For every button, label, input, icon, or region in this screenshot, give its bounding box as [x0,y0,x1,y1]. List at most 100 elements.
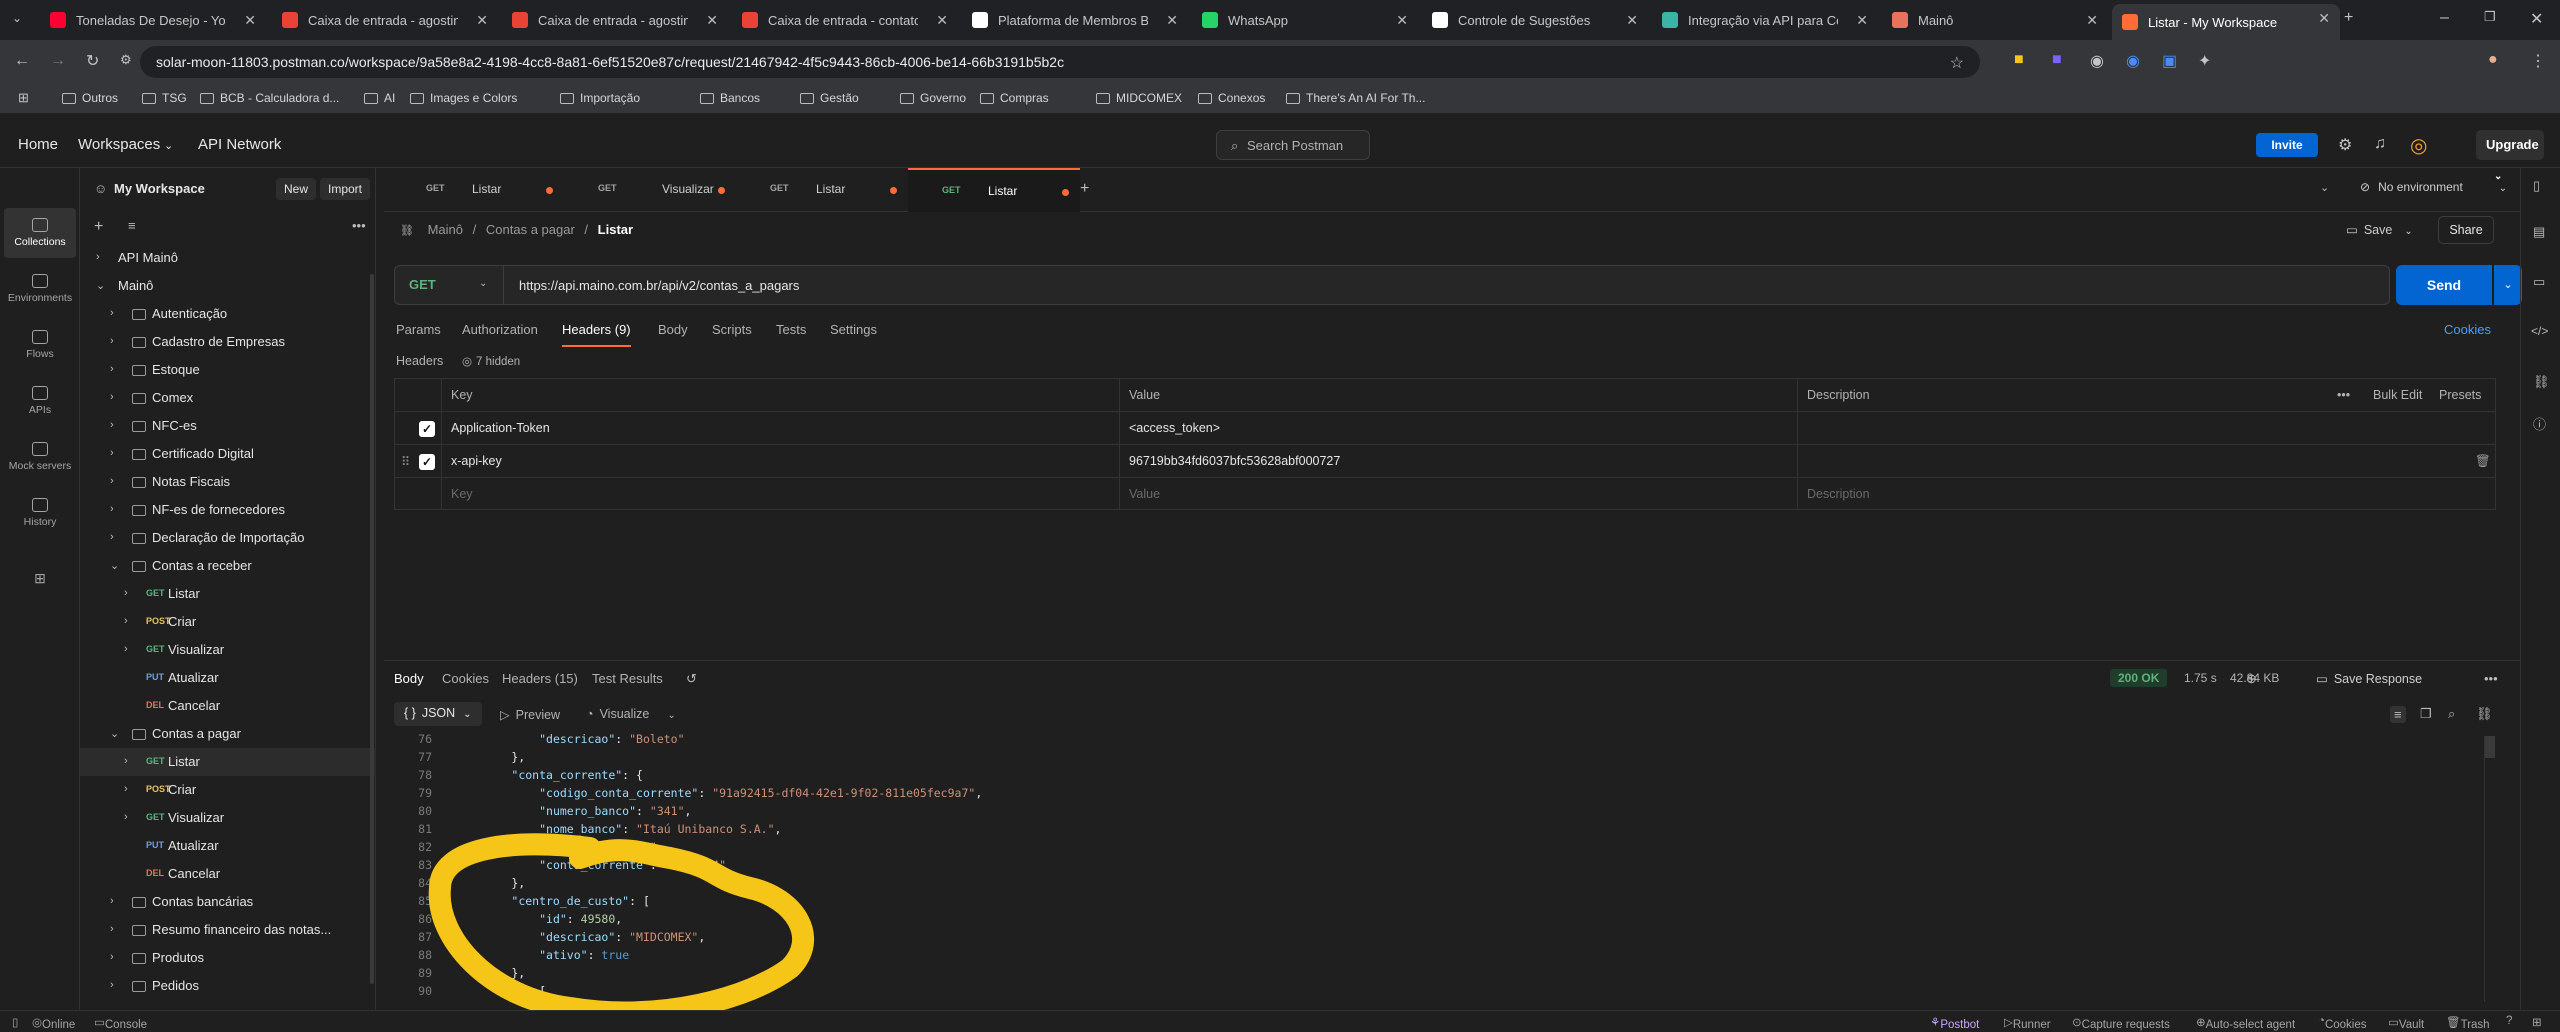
extension-icon[interactable]: ◉ [2090,51,2104,71]
bookmark-item[interactable]: There's An AI For Th... [1286,91,1425,105]
format-select[interactable]: { } JSON ⌄ [394,702,482,726]
value-placeholder[interactable]: Value [1129,487,1160,501]
tabs-dropdown-icon[interactable]: ⌄ [2320,181,2329,194]
layout-icon[interactable]: ▯ [12,1015,18,1029]
browser-tab[interactable]: Toneladas De Desejo - You ✕ [40,6,266,34]
param-tab[interactable]: Scripts [712,322,752,337]
row-checkbox[interactable]: ✓ [419,454,435,470]
row-checkbox[interactable]: ✓ [419,421,435,437]
tab-search-icon[interactable]: ⌄ [12,11,22,25]
chevron-down-icon[interactable]: ⌄ [110,559,119,572]
apps-grid-icon[interactable]: ⊞ [18,90,29,106]
code-icon[interactable]: </> [2531,324,2548,338]
invite-button[interactable]: Invite [2256,133,2318,157]
sidebar-request[interactable]: › POST Criar [80,608,376,636]
hidden-headers-toggle[interactable]: ◎ 7 hidden [462,354,520,368]
close-tab-icon[interactable]: ✕ [476,12,488,29]
code-scrollbar[interactable] [2484,736,2495,1002]
bookmark-item[interactable]: Conexos [1198,91,1265,105]
chevron-right-icon[interactable]: › [110,923,114,935]
chevron-right-icon[interactable]: › [110,447,114,459]
sidebar-collection[interactable]: ⌄ Mainô [80,272,376,300]
bookmark-item[interactable]: MIDCOMEX [1096,91,1182,105]
chevron-right-icon[interactable]: › [110,979,114,991]
breadcrumb-folder[interactable]: Contas a pagar [486,222,575,237]
browser-tab[interactable]: Caixa de entrada - contato@ ✕ [732,6,958,34]
extension-icon[interactable]: ■ [2052,51,2062,69]
close-tab-icon[interactable]: ✕ [244,12,256,29]
sidebar-folder[interactable]: › Estoque [80,356,376,384]
related-icon[interactable]: ⛓ [2533,374,2550,390]
chevron-right-icon[interactable]: › [96,251,100,263]
chevron-right-icon[interactable]: › [110,503,114,515]
browser-tab[interactable]: Controle de Sugestões ✕ [1422,6,1648,34]
comments-icon[interactable]: ▭ [2533,274,2545,290]
rail-item[interactable]: Flows [0,330,80,360]
vault-button[interactable]: ▭ Vault [2388,1015,2424,1031]
console-button[interactable]: ▭ Console [94,1015,147,1031]
online-status[interactable]: ◎ Online [32,1015,75,1031]
request-tab[interactable]: GET Visualizar [564,168,736,212]
sidebar-folder[interactable]: › Pedidos [80,972,376,1000]
sidebar-request[interactable]: PUT Atualizar [80,832,376,860]
param-tab[interactable]: Headers (9) [562,322,631,347]
key-placeholder[interactable]: Key [451,487,473,501]
close-tab-icon[interactable]: ✕ [2086,12,2098,29]
bookmark-item[interactable]: AI [364,91,395,105]
chevron-right-icon[interactable]: › [124,643,128,655]
sidebar-request[interactable]: › GET Listar [80,580,376,608]
restore-icon[interactable]: ❐ [2484,9,2496,25]
response-tab[interactable]: Test Results [592,671,663,686]
sidebar-collection[interactable]: › API Mainô [80,244,376,272]
request-url-input[interactable]: https://api.maino.com.br/api/v2/contas_a… [519,278,799,293]
settings-gear-icon[interactable]: ⚙ [2338,135,2352,155]
response-tab[interactable]: Headers (15) [502,671,578,686]
sidebar-request[interactable]: PUT Atualizar [80,664,376,692]
browser-tab[interactable]: WhatsApp ✕ [1192,6,1418,34]
docs-icon[interactable]: ▤ [2533,224,2545,240]
chevron-down-icon[interactable]: ⌄ [96,279,105,292]
sidebar-folder[interactable]: › Cadastro de Empresas [80,328,376,356]
param-tab[interactable]: Body [658,322,688,337]
bookmark-item[interactable]: TSG [142,91,187,105]
nav-workspaces[interactable]: Workspaces [78,136,160,153]
user-avatar[interactable]: ◎ [2410,133,2427,158]
cookies-link[interactable]: Cookies [2444,322,2491,337]
notifications-bell-icon[interactable]: ♫ [2374,135,2386,153]
bookmark-item[interactable]: Images e Colors [410,91,517,105]
close-tab-icon[interactable]: ✕ [1626,12,1638,29]
extension-icon[interactable]: ▣ [2162,51,2177,71]
filter-icon[interactable]: ≡ [128,218,136,233]
cookies-button[interactable]: ◔ Cookies [2318,1015,2367,1031]
drag-handle-icon[interactable]: ⠿ [401,454,410,469]
grid-icon[interactable]: ⊞ [2532,1015,2542,1029]
sidebar-folder[interactable]: › NFC-es [80,412,376,440]
import-button[interactable]: Import [320,178,371,200]
sidebar-request[interactable]: DEL Cancelar [80,692,376,720]
close-tab-icon[interactable]: ✕ [1856,12,1868,29]
bookmark-item[interactable]: Outros [62,91,118,105]
response-size[interactable]: 42.84 KB [2230,671,2279,685]
close-tab-icon[interactable]: ✕ [936,12,948,29]
runner-button[interactable]: ▷ Runner [2004,1015,2051,1031]
bookmark-item[interactable]: Governo [900,91,966,105]
upgrade-button[interactable]: Upgrade ⌄ [2476,130,2544,182]
browser-tab[interactable]: Caixa de entrada - agostinho ✕ [272,6,498,34]
chevron-right-icon[interactable]: › [124,615,128,627]
status-badge[interactable]: 200 OK [2110,669,2168,687]
help-icon[interactable]: ? [2506,1015,2512,1027]
environment-selector[interactable]: ⊘ No environment ⌄ [2360,180,2507,194]
chevron-right-icon[interactable]: › [110,951,114,963]
new-tab-icon[interactable]: + [2344,9,2353,27]
chevron-right-icon[interactable]: › [110,531,114,543]
bookmark-item[interactable]: Gestão [800,91,859,105]
sidebar-folder[interactable]: › Notas Fiscais [80,468,376,496]
chevron-right-icon[interactable]: › [124,587,128,599]
chevron-down-icon[interactable]: ⌄ [110,727,119,740]
presets-dropdown[interactable]: Presets [2439,388,2481,402]
sidebar-folder[interactable]: › Comex [80,384,376,412]
chevron-right-icon[interactable]: › [124,811,128,823]
request-tab[interactable]: GET Listar [736,168,908,212]
close-tab-icon[interactable]: ✕ [1166,12,1178,29]
nav-home[interactable]: Home [18,136,58,153]
